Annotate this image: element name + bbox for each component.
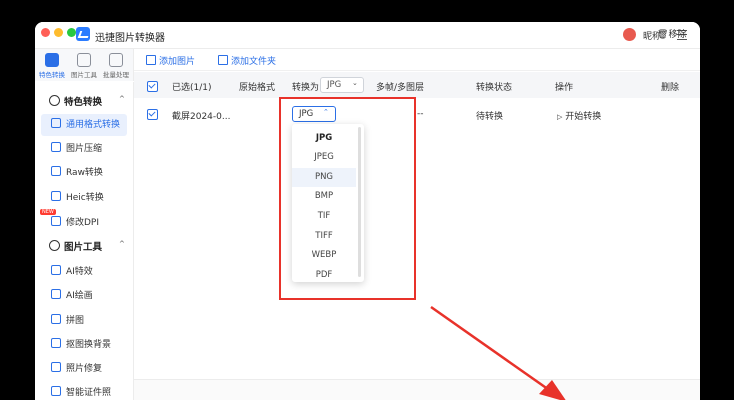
annotation-arrow: [430, 305, 566, 400]
